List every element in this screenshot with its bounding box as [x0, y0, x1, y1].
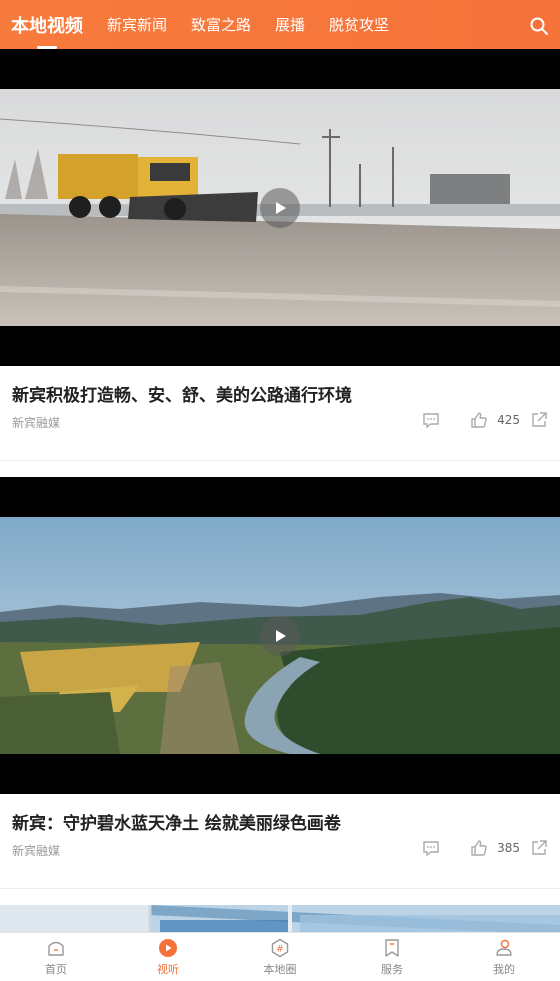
play-icon — [276, 629, 286, 642]
user-icon — [496, 939, 512, 956]
tab-label: 本地视频 — [11, 15, 83, 37]
nav-label: 首页 — [45, 962, 67, 976]
nav-label: 我的 — [493, 962, 515, 976]
video-player[interactable] — [0, 477, 560, 794]
tab-label: 展播 — [275, 16, 306, 34]
card-separator — [0, 889, 560, 905]
like-icon[interactable] — [470, 411, 488, 429]
video-actions: 385 — [422, 839, 548, 857]
nav-home[interactable]: 首页 — [0, 933, 112, 981]
video-actions: 425 — [422, 411, 548, 429]
video-card[interactable]: 新宾积极打造畅、安、舒、美的公路通行环境 新宾融媒 425 — [0, 49, 560, 461]
bottom-tab-bar: 首页 视听 # 本地圈 服务 我的 — [0, 932, 560, 981]
play-icon — [276, 201, 286, 214]
share-icon[interactable] — [530, 839, 548, 857]
share-icon[interactable] — [530, 411, 548, 429]
bookmark-icon — [385, 938, 399, 957]
top-tab-bar: 本地视频 新宾新闻 致富之路 展播 脱贫攻坚 — [0, 0, 560, 49]
nav-services[interactable]: 服务 — [336, 933, 448, 981]
comment-icon[interactable] — [422, 839, 440, 857]
tab-label: 新宾新闻 — [107, 16, 168, 34]
svg-text:#: # — [276, 944, 284, 954]
comment-icon[interactable] — [422, 411, 440, 429]
nav-label: 视听 — [157, 962, 179, 976]
nav-label: 服务 — [381, 962, 403, 976]
like-count: 425 — [497, 413, 520, 427]
tab-label: 致富之路 — [191, 16, 252, 34]
video-title[interactable]: 新宾积极打造畅、安、舒、美的公路通行环境 — [12, 381, 352, 406]
tab-poverty-alleviation[interactable]: 脱贫攻坚 — [329, 14, 389, 35]
like-count: 385 — [497, 841, 520, 855]
tab-xinbin-news[interactable]: 新宾新闻 — [107, 14, 167, 35]
nav-local-circle[interactable]: # 本地圈 — [224, 933, 336, 981]
video-source: 新宾融媒 — [12, 844, 61, 858]
play-button[interactable] — [260, 615, 300, 656]
nav-mine[interactable]: 我的 — [448, 933, 560, 981]
tab-road-to-wealth[interactable]: 致富之路 — [191, 14, 251, 35]
tab-label: 脱贫攻坚 — [329, 16, 390, 34]
video-card[interactable] — [0, 905, 560, 932]
video-info: 新宾：守护碧水蓝天净土 绘就美丽绿色画卷 新宾融媒 385 — [0, 794, 560, 889]
nav-label: 本地圈 — [263, 962, 297, 976]
play-button[interactable] — [260, 187, 300, 228]
video-info: 新宾积极打造畅、安、舒、美的公路通行环境 新宾融媒 425 — [0, 366, 560, 461]
video-thumbnail — [0, 905, 560, 932]
like-icon[interactable] — [470, 839, 488, 857]
home-icon — [48, 941, 64, 956]
tab-broadcast[interactable]: 展播 — [275, 14, 305, 35]
hashtag-icon: # — [271, 938, 289, 957]
video-title[interactable]: 新宾：守护碧水蓝天净土 绘就美丽绿色画卷 — [12, 809, 341, 834]
card-separator — [0, 461, 560, 477]
video-feed[interactable]: 新宾积极打造畅、安、舒、美的公路通行环境 新宾融媒 425 新宾：守护碧水蓝天净… — [0, 49, 560, 932]
video-card[interactable]: 新宾：守护碧水蓝天净土 绘就美丽绿色画卷 新宾融媒 385 — [0, 477, 560, 889]
search-icon[interactable] — [530, 17, 548, 35]
video-player[interactable] — [0, 49, 560, 366]
video-source: 新宾融媒 — [12, 416, 61, 430]
tab-local-video[interactable]: 本地视频 — [11, 12, 83, 49]
play-circle-icon — [159, 938, 177, 957]
nav-audiovisual[interactable]: 视听 — [112, 933, 224, 981]
